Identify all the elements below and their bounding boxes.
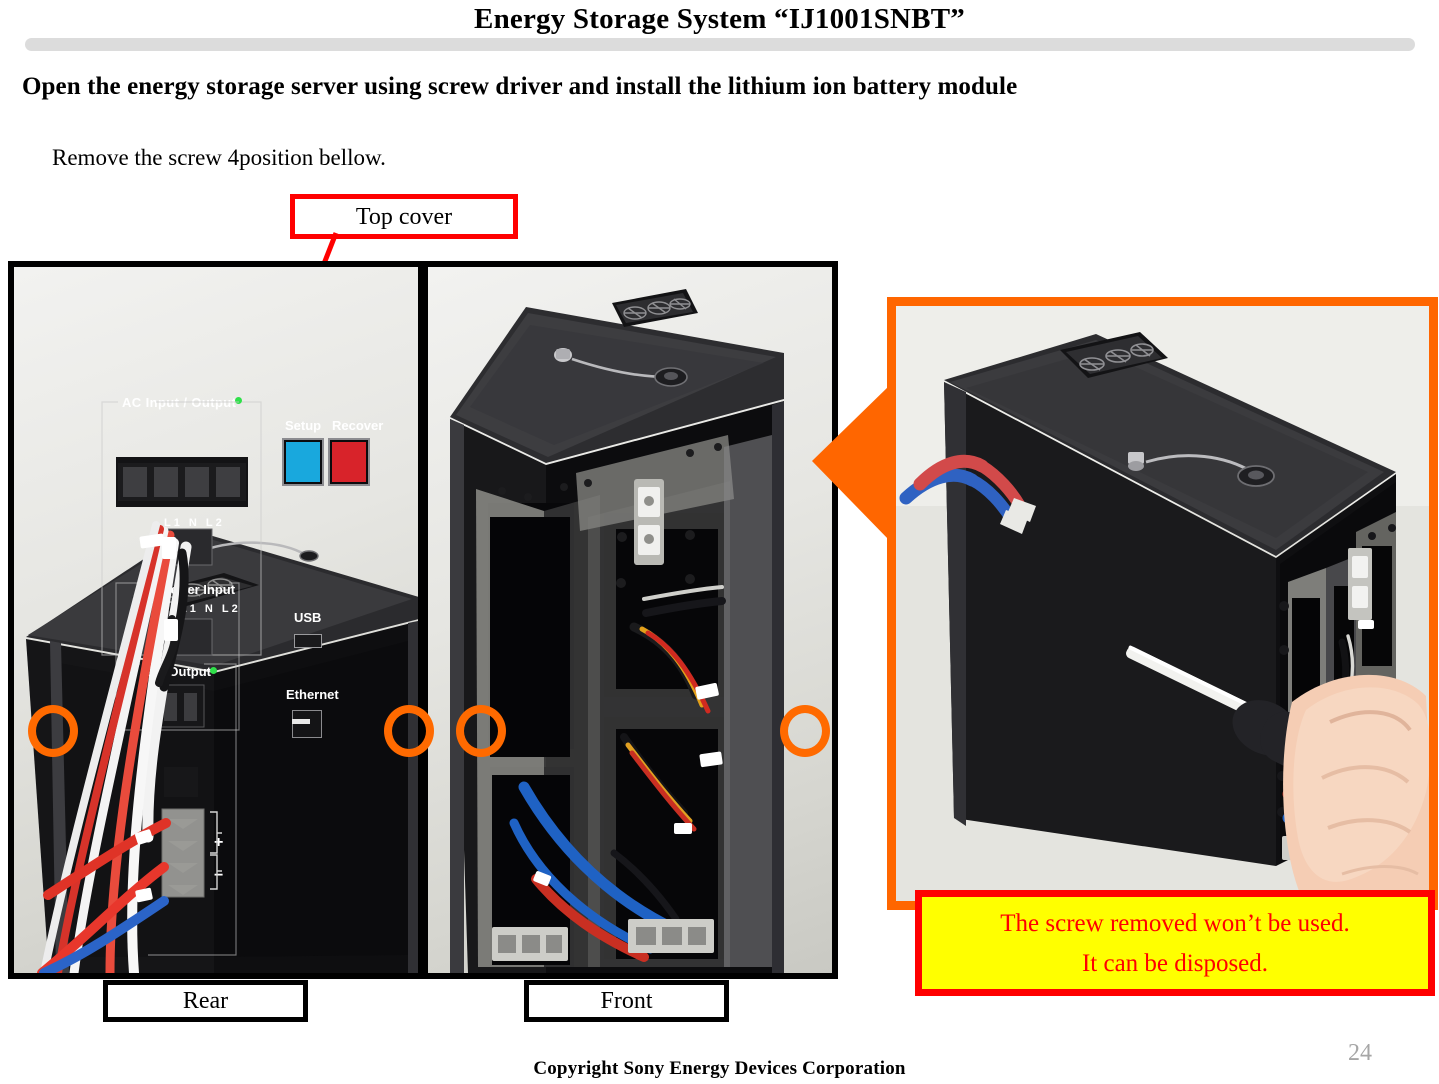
warning-note-box: The screw removed won’t be used. It can … xyxy=(915,890,1435,996)
page-title: Energy Storage System “IJ1001SNBT” xyxy=(474,3,965,35)
rear-panel-detail xyxy=(37,401,262,973)
screw-position-3-highlight xyxy=(456,705,506,757)
warning-line-2: It can be disposed. xyxy=(1081,950,1269,977)
photo-screwdriver-detail xyxy=(887,297,1438,910)
instruction-text: Remove the screw 4position bellow. xyxy=(52,145,386,170)
rear-label-box: Rear xyxy=(103,980,308,1022)
photo-divider xyxy=(418,267,428,973)
front-label: Front xyxy=(600,988,653,1014)
front-cabinet-render xyxy=(450,289,784,973)
front-label-box: Front xyxy=(524,980,729,1022)
headline-text: Open the energy storage server using scr… xyxy=(22,73,1018,100)
footer-page-number: 24 xyxy=(1348,1040,1372,1066)
photo-front-view xyxy=(428,267,832,973)
zoom-pointer-arrow-icon xyxy=(812,383,892,543)
screw-position-4-highlight xyxy=(780,705,830,757)
footer-copyright: Copyright Sony Energy Devices Corporatio… xyxy=(533,1058,906,1079)
warning-line-1: The screw removed won’t be used. xyxy=(1000,910,1350,937)
rear-front-photo-pair: AC Input / Output Setup Recover L1 N L2 … xyxy=(8,261,838,979)
photo-rear-view: AC Input / Output Setup Recover L1 N L2 … xyxy=(14,267,418,973)
screw-position-2-highlight xyxy=(384,705,434,757)
rear-label: Rear xyxy=(182,988,229,1014)
screwdriver-and-hand-icon xyxy=(1126,645,1429,901)
title-divider-rule xyxy=(25,38,1415,51)
screw-position-1-highlight xyxy=(28,705,78,757)
